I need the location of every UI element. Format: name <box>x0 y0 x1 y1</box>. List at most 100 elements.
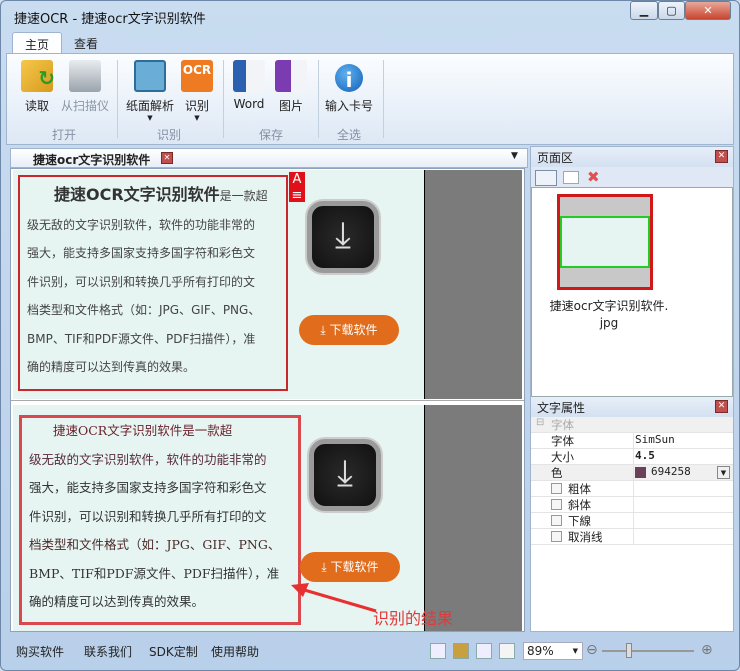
group-recognize-label: 识别 <box>157 128 182 142</box>
divider <box>223 60 224 138</box>
image-view-icon[interactable] <box>453 643 469 659</box>
right-panel: 页面区 ✕ ✖ 捷速ocr文字识别软件. jpg 文字属性 ✕ ⊟ 字体 字体 SimSu… <box>530 146 734 632</box>
checkbox <box>551 499 562 510</box>
text-view-icon[interactable] <box>476 643 492 659</box>
page-margin <box>424 170 522 399</box>
info-icon: i <box>335 64 363 92</box>
group-save-label: 保存 <box>259 128 284 142</box>
help-link[interactable]: 使用帮助 <box>211 643 259 660</box>
tab-list-dropdown-icon[interactable]: ▼ <box>511 151 518 161</box>
download-software-button: ⤓ 下载软件 <box>299 315 399 345</box>
save-word-button[interactable]: Word <box>231 60 267 111</box>
checkbox <box>551 483 562 494</box>
pages-panel-header: 页面区 ✕ <box>531 147 733 167</box>
check-strikethrough[interactable]: 取消线 <box>531 529 733 545</box>
source-text: 捷速OCR文字识别软件是一款超 级无敌的文字识别软件，软件的功能非常的 强大，能支… <box>27 185 268 374</box>
image-doc-icon <box>275 60 307 92</box>
checkbox <box>551 515 562 526</box>
close-tab-icon[interactable]: ✕ <box>161 152 173 164</box>
enter-serial-button[interactable]: i 输入卡号 <box>323 60 375 114</box>
pages-panel-title: 页面区 <box>537 151 574 165</box>
zoom-slider-thumb[interactable] <box>626 643 632 658</box>
read-button[interactable]: ↻ 读取 <box>19 60 55 114</box>
recognize-button[interactable]: OCR 识别 ▼ <box>179 60 215 122</box>
thumbnail-view-icon[interactable] <box>535 170 557 186</box>
prop-font[interactable]: 字体 SimSun <box>531 433 733 449</box>
divider <box>117 60 118 138</box>
download-software-button: ⤓ 下载软件 <box>300 552 400 582</box>
status-bar: 购买软件 联系我们 SDK定制 使用帮助 89% ▼ ⊖ ⊕ <box>6 637 734 663</box>
close-panel-icon[interactable]: ✕ <box>715 400 728 413</box>
source-heading: 捷速OCR文字识别软件 <box>54 185 220 204</box>
fit-page-icon[interactable] <box>430 643 446 659</box>
annotation-label: 识别的结果 <box>373 609 454 628</box>
text-zone-marker[interactable]: A ≡ <box>289 172 305 203</box>
zoom-in-icon[interactable]: ⊕ <box>701 642 713 658</box>
page-thumbnails: 捷速ocr文字识别软件. jpg <box>531 187 733 397</box>
check-underline[interactable]: 下線 <box>531 513 733 529</box>
page-thumbnail[interactable] <box>557 194 653 290</box>
zoom-select[interactable]: 89% ▼ <box>523 642 583 660</box>
text-props-title: 文字属性 <box>537 401 586 415</box>
divider <box>318 60 319 138</box>
category-font[interactable]: ⊟ 字体 <box>531 417 733 433</box>
tab-home[interactable]: 主页 <box>12 32 63 54</box>
scanner-label: 从扫描仪 <box>60 99 109 113</box>
document-view: A ≡ 捷速OCR文字识别软件是一款超 级无敌的文字识别软件，软件的功能非常的 强大… <box>10 168 525 632</box>
layout-analysis-icon <box>134 60 166 92</box>
annotation-arrow-icon <box>291 583 377 613</box>
delete-page-icon[interactable]: ✖ <box>587 168 600 186</box>
list-view-icon[interactable] <box>563 171 579 184</box>
document-tab[interactable]: 捷速ocr文字识别软件 <box>33 151 150 168</box>
document-tab-strip: 捷速ocr文字识别软件 ✕ ▼ <box>10 148 528 168</box>
ocr-icon: OCR <box>181 60 213 92</box>
pages-toolbar: ✖ <box>531 167 733 187</box>
chevron-down-icon: ▼ <box>194 114 200 122</box>
tab-view[interactable]: 查看 <box>62 32 110 54</box>
collapse-icon: ⊟ <box>536 417 545 428</box>
scanner-icon <box>69 60 101 92</box>
page-margin <box>424 405 522 631</box>
zoom-out-icon[interactable]: ⊖ <box>586 642 598 658</box>
enter-serial-label: 输入卡号 <box>324 99 373 113</box>
layout-analysis-button[interactable]: 纸面解析 ▼ <box>122 60 178 122</box>
ribbon-tabs: 主页 查看 <box>6 32 734 54</box>
sdk-custom-link[interactable]: SDK定制 <box>149 643 198 660</box>
page-separator <box>11 400 524 404</box>
group-open-label: 打开 <box>52 128 77 142</box>
download-app-icon: ⤓ <box>309 439 381 511</box>
color-swatch <box>635 467 646 478</box>
window-title: 捷速OCR - 捷速ocr文字识别软件 <box>14 12 206 27</box>
thumbnail-label: 捷速ocr文字识别软件. jpg <box>549 299 669 330</box>
group-selectall-label: 全选 <box>337 128 362 142</box>
prop-size[interactable]: 大小 4.5 <box>531 449 733 465</box>
buy-software-link[interactable]: 购买软件 <box>16 643 64 660</box>
chevron-down-icon: ▼ <box>147 114 153 122</box>
minimize-button[interactable]: ▁ <box>630 1 658 20</box>
divider <box>383 60 384 138</box>
download-app-icon: ⤓ <box>307 201 379 273</box>
zoom-slider[interactable] <box>602 650 694 652</box>
layout-analysis-label: 纸面解析 <box>125 99 174 113</box>
word-doc-icon <box>233 60 265 92</box>
close-button[interactable]: ✕ <box>685 1 731 20</box>
property-grid: ⊟ 字体 字体 SimSun 大小 4.5 色 694258 ▼ 粗体 斜体 下線 取消线 <box>531 417 733 647</box>
scanner-button[interactable]: 从扫描仪 <box>57 60 113 114</box>
checkbox <box>551 531 562 542</box>
save-image-button[interactable]: 图片 <box>273 60 309 114</box>
chevron-down-icon[interactable]: ▼ <box>717 466 730 479</box>
check-italic[interactable]: 斜体 <box>531 497 733 513</box>
text-mode-icon[interactable] <box>499 643 515 659</box>
read-label: 读取 <box>24 99 49 113</box>
prop-color[interactable]: 色 694258 ▼ <box>531 465 733 481</box>
ocr-text[interactable]: 捷速OCR文字识别软件是一款超 级无敌的文字识别软件，软件的功能非常的 强大，能支… <box>29 417 301 617</box>
ribbon: ↻ 读取 从扫描仪 打开 纸面解析 ▼ OCR 识别 ▼ 识别 Word 图片 保存… <box>6 53 734 145</box>
maximize-button[interactable]: ▢ <box>658 1 685 20</box>
word-label: Word <box>233 97 265 111</box>
recognize-label: 识别 <box>184 99 209 113</box>
check-bold[interactable]: 粗体 <box>531 481 733 497</box>
contact-us-link[interactable]: 联系我们 <box>84 643 132 660</box>
folder-open-icon: ↻ <box>21 60 55 92</box>
close-panel-icon[interactable]: ✕ <box>715 150 728 163</box>
text-props-header: 文字属性 ✕ <box>531 397 733 417</box>
